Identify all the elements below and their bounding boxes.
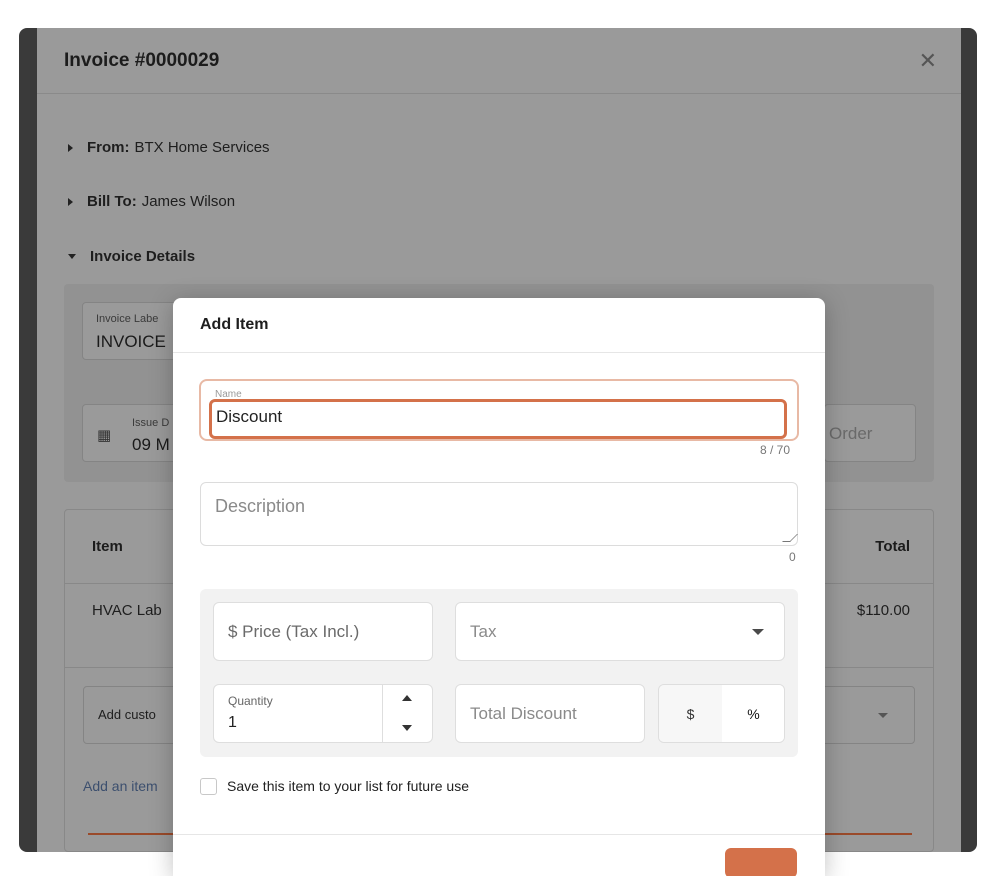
submit-button[interactable]: [725, 848, 797, 876]
row-item-name: HVAC Lab: [92, 602, 162, 619]
discount-unit-toggle: $ %: [658, 684, 785, 743]
invoice-title: Invoice #0000029: [64, 49, 220, 71]
modal-title: Add Item: [200, 316, 269, 333]
col-total: Total: [875, 538, 910, 555]
from-value: BTX Home Services: [134, 139, 270, 156]
tax-select[interactable]: Tax: [455, 602, 785, 661]
bill-to-label: Bill To:: [87, 193, 137, 210]
modal-header: Add Item: [173, 298, 825, 353]
decrement-icon[interactable]: [402, 725, 412, 731]
tax-placeholder: Tax: [470, 622, 497, 641]
save-item-checkbox[interactable]: [200, 778, 217, 795]
description-char-counter: 0: [789, 550, 796, 564]
discount-unit-percent[interactable]: %: [722, 685, 784, 742]
bill-to-section-toggle[interactable]: Bill To: James Wilson: [68, 193, 235, 210]
row-total: $110.00: [856, 602, 910, 619]
total-discount-field[interactable]: Total Discount: [455, 684, 645, 743]
issue-date-caption: Issue D: [132, 417, 170, 429]
add-item-modal: Add Item Name 8 / 70 Description 0 $ Pri…: [173, 298, 825, 876]
description-placeholder: Description: [215, 496, 306, 516]
order-placeholder: Order: [829, 424, 873, 443]
stepper-divider: [382, 685, 383, 742]
calendar-icon: ▦: [97, 427, 112, 444]
issue-date-value: 09 M: [132, 435, 170, 454]
invoice-label-value: INVOICE: [96, 332, 166, 351]
invoice-details-label: Invoice Details: [90, 248, 196, 265]
increment-icon[interactable]: [402, 695, 412, 701]
discount-unit-dollar[interactable]: $: [659, 685, 722, 742]
pricing-panel: $ Price (Tax Incl.) Tax Quantity 1 Total…: [200, 589, 798, 757]
chevron-down-icon: [752, 629, 764, 635]
from-section-toggle[interactable]: From: BTX Home Services: [68, 139, 270, 156]
total-discount-placeholder: Total Discount: [470, 704, 577, 723]
name-field-focus-ring: Name: [199, 379, 799, 441]
chevron-down-icon: [878, 713, 888, 718]
col-item: Item: [92, 538, 123, 555]
price-placeholder: $ Price (Tax Incl.): [228, 622, 360, 641]
caret-down-icon: [68, 254, 76, 259]
invoice-label-caption: Invoice Labe: [96, 313, 159, 325]
description-field[interactable]: Description: [200, 482, 798, 546]
from-label: From:: [87, 139, 130, 156]
order-field[interactable]: Order: [824, 404, 916, 462]
quantity-stepper[interactable]: Quantity 1: [213, 684, 433, 743]
price-field[interactable]: $ Price (Tax Incl.): [213, 602, 433, 661]
save-item-label: Save this item to your list for future u…: [227, 778, 469, 794]
add-customer-placeholder: Add custo: [98, 707, 156, 722]
invoice-details-toggle[interactable]: Invoice Details: [68, 248, 200, 265]
quantity-label: Quantity: [228, 694, 273, 708]
quantity-value: 1: [228, 714, 237, 731]
bill-to-value: James Wilson: [141, 193, 236, 210]
footer-divider: [173, 834, 825, 835]
name-input[interactable]: [216, 407, 776, 427]
invoice-header: Invoice #0000029 ✕: [37, 28, 961, 94]
name-field[interactable]: [209, 399, 787, 439]
add-item-link[interactable]: Add an item: [83, 778, 158, 794]
resize-handle-icon[interactable]: [782, 534, 798, 542]
caret-right-icon: [68, 197, 73, 206]
caret-right-icon: [68, 143, 73, 152]
name-char-counter: 8 / 70: [760, 443, 791, 457]
close-icon[interactable]: ✕: [919, 48, 937, 74]
